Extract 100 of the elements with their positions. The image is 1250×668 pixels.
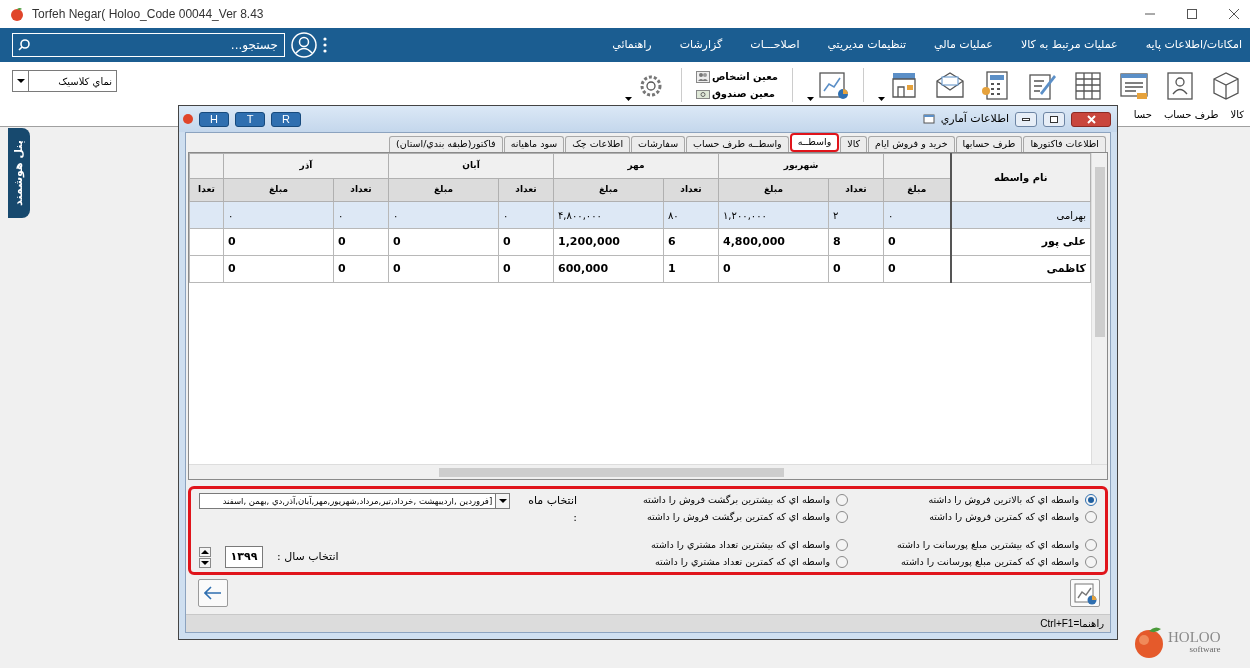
menu-item[interactable]: عملیات مرتبط به کالا — [1020, 36, 1118, 54]
close-icon — [1086, 114, 1096, 124]
back-button[interactable] — [198, 579, 228, 607]
people-icon — [695, 70, 710, 83]
id-card-icon[interactable] — [1164, 69, 1196, 101]
tab[interactable]: طرف حسابها — [955, 136, 1023, 152]
radio-button[interactable] — [1085, 538, 1097, 551]
maximize-icon[interactable] — [1186, 8, 1198, 20]
menu-item[interactable]: تنظیمات مدیریتي — [827, 36, 907, 54]
table-cell: ۲ — [828, 201, 884, 229]
vertical-scrollbar[interactable] — [1091, 153, 1107, 464]
quick-button[interactable]: H — [199, 111, 229, 127]
year-label: انتخاب سال : — [277, 548, 339, 565]
search-icon — [18, 39, 30, 51]
column-header[interactable]: مبلغ — [223, 178, 334, 202]
radio-button[interactable] — [1085, 555, 1097, 568]
menu-item[interactable]: اصلاحـــات — [750, 36, 800, 54]
quick-button[interactable]: T — [235, 111, 265, 127]
column-header[interactable]: تعداد — [828, 178, 884, 202]
tab[interactable]: اطلاعات چک — [565, 136, 631, 152]
view-select[interactable]: نماي كلاسيک — [12, 70, 117, 92]
radio-button[interactable] — [836, 494, 848, 507]
table-cell: 600,000 — [553, 255, 664, 283]
radio-button[interactable] — [836, 538, 848, 551]
column-header[interactable]: تعدا — [189, 178, 224, 202]
table-cell: 6 — [663, 228, 719, 256]
caret-icon[interactable] — [807, 97, 814, 101]
caret-icon[interactable] — [624, 97, 632, 101]
ledger-link[interactable]: معین اشخاص — [695, 69, 778, 84]
tab[interactable]: اطلاعات فاکتورها — [1023, 136, 1106, 152]
tab[interactable]: سود ماهیانه — [503, 136, 565, 152]
chart-icon[interactable] — [817, 69, 849, 101]
peach-logo-icon — [1132, 625, 1166, 659]
tab[interactable]: فاکتور(طبقه بندي/استان) — [389, 136, 503, 152]
radio-button[interactable] — [836, 555, 848, 568]
tab[interactable]: واسطــه — [789, 133, 840, 152]
radio-button[interactable] — [1085, 494, 1097, 507]
column-group-header: آذر — [223, 153, 389, 179]
caret-icon[interactable] — [878, 97, 885, 101]
side-panel-tab[interactable]: پنل هوشمند — [8, 128, 30, 218]
table-icon[interactable] — [1072, 69, 1104, 101]
menu-item[interactable]: راهنمائي — [612, 36, 652, 54]
table-cell: ۸۰ — [663, 201, 719, 229]
status-dot-icon — [183, 114, 193, 124]
name-cell: بهرامی — [950, 201, 1091, 229]
table-cell: ۴,۸۰۰,۰۰۰ — [553, 201, 664, 229]
user-avatar-icon[interactable] — [291, 32, 317, 58]
tab[interactable]: سفارشات — [631, 136, 686, 152]
radio-label: واسطه اي كه بيشترين تعداد مشتري را داشته — [650, 537, 830, 552]
window-title: Torfeh Negar( Holoo_Code 00044_Ver 8.43 — [32, 6, 264, 23]
restore-button[interactable] — [1043, 111, 1065, 127]
table-cell: 0 — [223, 228, 334, 256]
column-header[interactable]: تعداد — [663, 178, 719, 202]
search-field[interactable]: جستجو... — [12, 33, 285, 57]
table-cell: ۰ — [333, 201, 389, 229]
radio-label: واسطه اي كه كمترين تعداد مشتري را داشته — [654, 554, 830, 569]
table-cell: 4,800,000 — [718, 228, 829, 256]
ledger-link[interactable]: معین صندوق — [695, 86, 778, 101]
status-text: راهنما=Ctrl+F1 — [1040, 618, 1104, 629]
column-header[interactable]: تعداد — [333, 178, 389, 202]
radio-button[interactable] — [836, 511, 848, 524]
radio-label: واسطه اي كه كمترين برگشت فروش را داشته — [646, 510, 830, 525]
minimize-button[interactable] — [1015, 111, 1037, 127]
month-label: انتخاب ماه : — [527, 493, 577, 526]
radio-label: واسطه اي كه كمترين فروش را داشته — [929, 510, 1079, 525]
column-group-header: مهر — [553, 153, 719, 179]
menu-item[interactable]: عملیات مالي — [934, 36, 993, 54]
column-header[interactable]: مبلغ — [883, 178, 951, 202]
month-dropdown[interactable]: [فروردین ,اردیبهشت ,خرداد,تیر,مرداد,شهریور,مهر,آبان,آذر,دي ,بهمن ,اسفند — [199, 493, 511, 509]
chart-icon — [1073, 581, 1097, 605]
toolbar-caption: کالا — [1230, 108, 1244, 122]
chart-button[interactable] — [1070, 579, 1100, 607]
column-header[interactable]: مبلغ — [718, 178, 829, 202]
window-icon — [922, 113, 935, 125]
table-cell: ۰ — [223, 201, 334, 229]
more-options-icon[interactable] — [323, 37, 327, 53]
radio-button[interactable] — [1085, 511, 1097, 524]
close-icon[interactable] — [1228, 8, 1240, 20]
spin-down-button[interactable] — [199, 557, 211, 568]
tab[interactable]: واسطــه طرف حساب — [686, 136, 789, 152]
table-cell: 1,200,000 — [553, 228, 664, 256]
toolbar-caption: حسا — [1133, 108, 1152, 122]
tab[interactable]: خرید و فروش ایام — [868, 136, 955, 152]
quick-button[interactable]: R — [271, 111, 301, 127]
tab[interactable]: کالا — [840, 136, 868, 152]
column-header[interactable]: نام واسطه — [950, 153, 1091, 202]
year-field[interactable]: ۱۳۹۹ — [225, 546, 263, 568]
table-cell: 0 — [388, 255, 499, 283]
close-button[interactable] — [1071, 111, 1111, 127]
logo-tagline: software — [1188, 645, 1221, 654]
menu-item[interactable]: گزارشات — [679, 36, 723, 54]
table-cell: ۰ — [883, 201, 951, 229]
column-group-header: شهریور — [718, 153, 884, 179]
column-header[interactable]: مبلغ — [388, 178, 499, 202]
table-cell: 0 — [718, 255, 829, 283]
horizontal-scrollbar[interactable] — [189, 464, 1107, 479]
column-header[interactable]: مبلغ — [553, 178, 664, 202]
column-header[interactable]: تعداد — [498, 178, 554, 202]
spin-up-button[interactable] — [199, 546, 211, 557]
menu-item[interactable]: امکانات/اطلاعات پایه — [1145, 36, 1242, 54]
